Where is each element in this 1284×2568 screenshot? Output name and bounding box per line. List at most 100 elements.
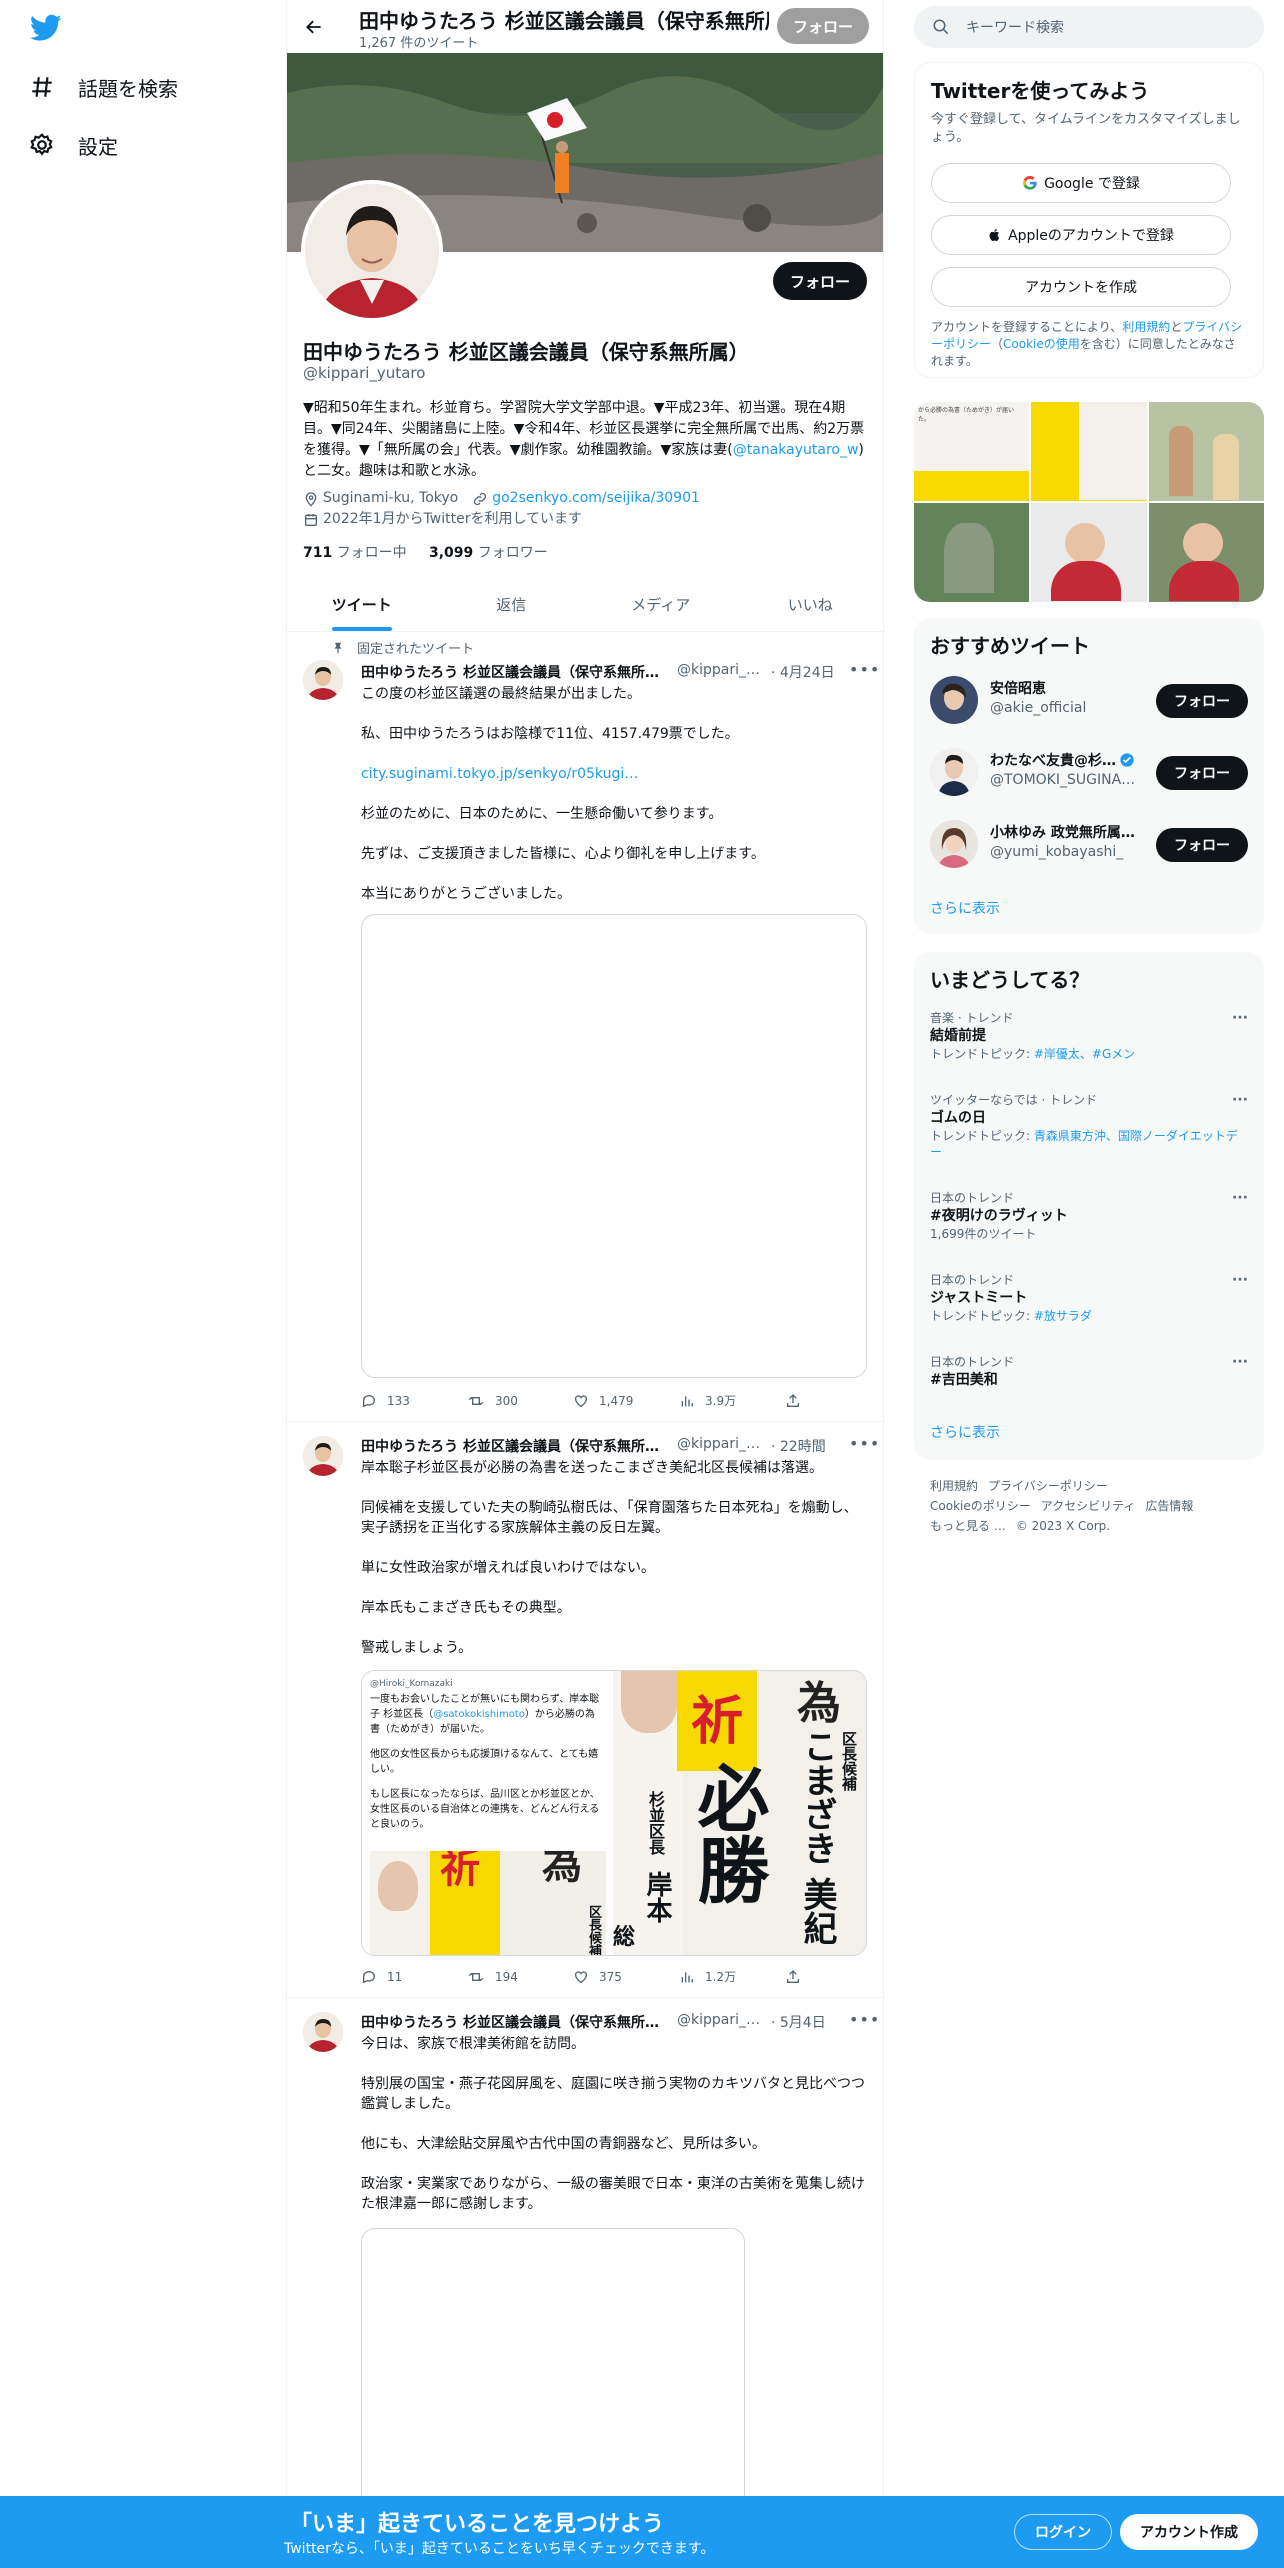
more-options-icon[interactable]: ••• — [849, 660, 879, 680]
tweet[interactable]: 田中ゆうたろう 杉並区議会議員（保守系無所属） @kippari_yutaro … — [287, 1422, 883, 1998]
apple-signup-label: Appleのアカウントで登録 — [1008, 228, 1174, 244]
profile-avatar[interactable] — [301, 180, 443, 322]
more-options-icon[interactable]: ··· — [1232, 1092, 1248, 1108]
photo-thumb[interactable] — [1031, 503, 1147, 602]
media-poster[interactable]: 祈 為 区長候補 杉並区長 岸本 必勝 こまざき 美紀 総 — [613, 1671, 866, 1955]
tweet-media-placeholder[interactable] — [361, 914, 867, 1378]
terms-link[interactable]: 利用規約 — [1122, 320, 1170, 334]
profile-handle: @kippari_yutaro — [303, 364, 426, 382]
recommended-user[interactable]: 安倍昭恵 @akie_official フォロー — [930, 670, 1248, 730]
photo-thumb[interactable] — [1148, 503, 1264, 602]
tweet[interactable]: 田中ゆうたろう 杉並区議会議員（保守系無所属） @kippari_yutaro … — [287, 1998, 883, 2568]
profile-name: 田中ゆうたろう 杉並区議会議員（保守系無所属） — [303, 340, 749, 364]
follow-button[interactable]: フォロー — [1156, 828, 1248, 862]
recommended-user[interactable]: 小林ゆみ 政党無所属… @yumi_kobayashi_ フォロー — [930, 814, 1248, 874]
reply-button[interactable]: 133 — [361, 1392, 467, 1409]
nav-settings[interactable]: 設定 — [28, 125, 118, 165]
tweet-author-handle[interactable]: @kippari_yutaro — [677, 1436, 767, 1456]
follow-button[interactable]: フォロー — [773, 262, 867, 300]
more-options-icon[interactable]: ··· — [1232, 1190, 1248, 1206]
tweet-author-handle[interactable]: @kippari_yutaro — [677, 662, 767, 682]
nav-explore[interactable]: 話題を検索 — [28, 67, 178, 107]
recommended-user[interactable]: わたなべ友貴@杉… @TOMOKI_SUGINA… フォロー — [930, 742, 1248, 802]
back-arrow-icon[interactable] — [297, 10, 331, 44]
google-signup-button[interactable]: Google で登録 — [931, 163, 1231, 203]
tweet-date[interactable]: · 22時間 — [771, 1436, 826, 1456]
views-button[interactable]: 3.9万 — [679, 1392, 785, 1409]
more-options-icon[interactable]: ··· — [1232, 1354, 1248, 1370]
tweet-avatar[interactable] — [303, 660, 343, 700]
footer-link[interactable]: プライバシーポリシー — [988, 1479, 1108, 1493]
media-screenshot[interactable]: @Hiroki_Komazaki 一度もお会いしたことが無いにも関わらず、岸本聡… — [362, 1671, 614, 1955]
tweet-author-name[interactable]: 田中ゆうたろう 杉並区議会議員（保守系無所属） — [361, 2012, 671, 2032]
photo-thumb[interactable] — [914, 503, 1030, 602]
trend-topic-links[interactable]: #岸優太、#Gメン — [1034, 1047, 1135, 1061]
tweet-date[interactable]: · 5月4日 — [771, 2012, 826, 2032]
tweet-avatar[interactable] — [303, 2012, 343, 2052]
header-follow-button[interactable]: フォロー — [777, 8, 869, 44]
trend-item[interactable]: 日本のトレンド #吉田美和 ··· — [930, 1354, 1248, 1390]
more-options-icon[interactable]: ··· — [1232, 1010, 1248, 1026]
tweet-date[interactable]: · 4月24日 — [771, 662, 835, 682]
profile-joined: 2022年1月からTwitterを利用しています — [303, 509, 582, 530]
tweet-author-handle[interactable]: @kippari_yutaro — [677, 2012, 767, 2032]
reply-icon — [363, 1970, 375, 1983]
footer-link[interactable]: もっと見る … — [930, 1519, 1006, 1533]
trend-item[interactable]: 日本のトレンド ジャストミート トレンドトピック: #放サラダ ··· — [930, 1272, 1248, 1324]
photo-thumb-text: から必勝の為書（ためがき）が届いた。 — [918, 407, 1015, 423]
footer-link[interactable]: 利用規約 — [930, 1479, 978, 1493]
twitter-logo-icon[interactable] — [29, 14, 62, 42]
tweet-link[interactable]: city.suginami.tokyo.jp/senkyo/r05kugi… — [361, 766, 638, 782]
share-button[interactable] — [785, 1392, 825, 1409]
profile-url-link[interactable]: go2senkyo.com/seijika/30901 — [492, 488, 700, 509]
login-button[interactable]: ログイン — [1014, 2514, 1112, 2550]
reply-button[interactable]: 11 — [361, 1968, 467, 1985]
footer-link[interactable]: 広告情報 — [1145, 1499, 1193, 1513]
tweet-media[interactable]: @Hiroki_Komazaki 一度もお会いしたことが無いにも関わらず、岸本聡… — [361, 1670, 867, 1956]
create-account-button[interactable]: アカウントを作成 — [931, 267, 1231, 307]
apple-signup-button[interactable]: Appleのアカウントで登録 — [931, 215, 1231, 255]
tweet-line: 警戒しましょう。 — [361, 1640, 473, 1656]
cookie-link[interactable]: Cookieの使用 — [1003, 337, 1080, 351]
register-button[interactable]: アカウント作成 — [1120, 2514, 1258, 2550]
following-link[interactable]: 711 フォロー中 — [303, 545, 407, 561]
more-options-icon[interactable]: ··· — [1232, 1272, 1248, 1288]
trend-sub: トレンドトピック: 青森県東方沖、国際ノーダイエットデー — [930, 1128, 1248, 1160]
photo-thumb[interactable]: から必勝の為書（ためがき）が届いた。 — [914, 402, 1030, 501]
tweet[interactable]: 田中ゆうたろう 杉並区議会議員（保守系無所属） @kippari_yutaro … — [287, 632, 883, 1422]
bio-mention-link[interactable]: @tanakayutaro_w — [733, 442, 859, 458]
trend-topic-links[interactable]: #放サラダ — [1034, 1309, 1092, 1323]
tweet-author-name[interactable]: 田中ゆうたろう 杉並区議会議員（保守系無所属） — [361, 1436, 671, 1456]
profile-photo-grid: から必勝の為書（ためがき）が届いた。 — [914, 402, 1264, 602]
retweet-count: 194 — [495, 1969, 518, 1984]
photo-thumb[interactable] — [1148, 402, 1264, 501]
trend-item[interactable]: ツイッターならでは · トレンド ゴムの日 トレンドトピック: 青森県東方沖、国… — [930, 1092, 1248, 1160]
recommended-user-handle: @yumi_kobayashi_ — [990, 844, 1124, 860]
profile-url[interactable]: go2senkyo.com/seijika/30901 — [472, 488, 700, 509]
trend-item[interactable]: 日本のトレンド #夜明けのラヴィット 1,699件のツイート ··· — [930, 1190, 1248, 1242]
tab-replies[interactable]: 返信 — [437, 578, 587, 631]
tab-likes[interactable]: いいね — [736, 578, 884, 631]
retweet-button[interactable]: 300 — [467, 1392, 573, 1409]
follow-button[interactable]: フォロー — [1156, 684, 1248, 718]
more-options-icon[interactable]: ••• — [849, 2010, 879, 2030]
tweet-avatar[interactable] — [303, 1436, 343, 1476]
more-options-icon[interactable]: ••• — [849, 1434, 879, 1454]
like-button[interactable]: 1,479 — [573, 1392, 679, 1409]
photo-thumb[interactable] — [1031, 402, 1147, 501]
tab-media[interactable]: メディア — [586, 578, 736, 631]
views-button[interactable]: 1.2万 — [679, 1968, 785, 1985]
like-button[interactable]: 375 — [573, 1968, 679, 1985]
tab-tweets[interactable]: ツイート — [287, 578, 437, 631]
follow-button[interactable]: フォロー — [1156, 756, 1248, 790]
show-more-link[interactable]: さらに表示 — [930, 1422, 1000, 1442]
followers-link[interactable]: 3,099 フォロワー — [429, 545, 548, 561]
footer-link[interactable]: アクセシビリティ — [1041, 1499, 1136, 1513]
search-input[interactable]: キーワード検索 — [914, 6, 1264, 48]
trend-item[interactable]: 音楽 · トレンド 結婚前提 トレンドトピック: #岸優太、#Gメン ··· — [930, 1010, 1248, 1062]
show-more-link[interactable]: さらに表示 — [930, 898, 1000, 918]
footer-link[interactable]: Cookieのポリシー — [930, 1499, 1031, 1513]
tweet-author-name[interactable]: 田中ゆうたろう 杉並区議会議員（保守系無所属） — [361, 662, 671, 682]
share-button[interactable] — [785, 1968, 825, 1985]
retweet-button[interactable]: 194 — [467, 1968, 573, 1985]
